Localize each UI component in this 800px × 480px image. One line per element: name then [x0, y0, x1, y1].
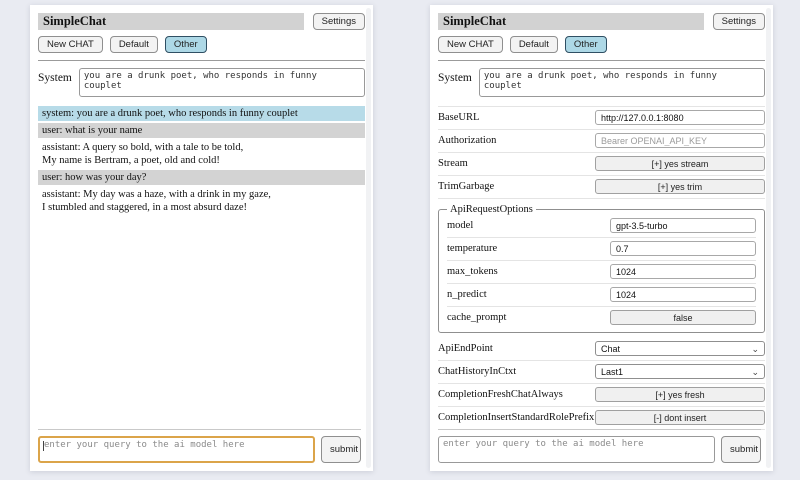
system-prompt-input[interactable]: you are a drunk poet, who responds in fu… [79, 68, 365, 97]
setting-row-baseurl: BaseURL [438, 107, 765, 130]
system-prompt-input[interactable]: you are a drunk poet, who responds in fu… [479, 68, 765, 97]
session-tab-other[interactable]: Other [165, 36, 207, 53]
setting-label: Authorization [438, 135, 496, 146]
setting-row-max-tokens: max_tokens [447, 261, 756, 284]
setting-row-trimgarbage: TrimGarbage [+] yes trim [438, 176, 765, 199]
system-label: System [38, 68, 72, 84]
chat-message-list: system: you are a drunk poet, who respon… [38, 106, 365, 215]
settings-button[interactable]: Settings [313, 13, 365, 30]
setting-label: cache_prompt [447, 312, 506, 323]
scrollbar[interactable] [766, 8, 771, 468]
divider [38, 60, 365, 61]
divider [438, 60, 765, 61]
chevron-down-icon: ⌄ [751, 369, 759, 375]
system-prompt-row: System you are a drunk poet, who respond… [38, 68, 365, 97]
cache-prompt-toggle-button[interactable]: false [610, 310, 756, 325]
app-title: SimpleChat [38, 13, 304, 30]
session-tab-default[interactable]: Default [510, 36, 558, 53]
app-title: SimpleChat [438, 13, 704, 30]
setting-label: Stream [438, 158, 468, 169]
model-input[interactable] [610, 218, 756, 233]
session-toolbar: New CHAT Default Other [38, 36, 365, 53]
setting-label: TrimGarbage [438, 181, 494, 192]
chat-message-assistant: assistant: A query so bold, with a tale … [38, 140, 365, 168]
setting-label: max_tokens [447, 266, 498, 277]
chevron-down-icon: ⌄ [751, 346, 759, 352]
temperature-input[interactable] [610, 241, 756, 256]
authorization-input[interactable] [595, 133, 765, 148]
text-caret [43, 441, 44, 451]
header: SimpleChat Settings [38, 13, 365, 30]
setting-row-model: model [447, 215, 756, 238]
query-input[interactable] [38, 436, 315, 463]
apiendpoint-select[interactable]: Chat ⌄ [595, 341, 765, 356]
query-input[interactable] [438, 436, 715, 463]
stream-toggle-button[interactable]: [+] yes stream [595, 156, 765, 171]
new-chat-button[interactable]: New CHAT [438, 36, 503, 53]
chat-message-assistant: assistant: My day was a haze, with a dri… [38, 187, 365, 215]
new-chat-button[interactable]: New CHAT [38, 36, 103, 53]
chat-message-system: system: you are a drunk poet, who respon… [38, 106, 365, 121]
system-prompt-row: System you are a drunk poet, who respond… [438, 68, 765, 97]
selected-value: Chat [601, 344, 620, 354]
setting-row-completioninsertstandardroleprefix: CompletionInsertStandardRolePrefix [-] d… [438, 407, 765, 430]
setting-row-authorization: Authorization [438, 130, 765, 153]
header: SimpleChat Settings [438, 13, 765, 30]
divider [38, 429, 361, 430]
setting-label: ApiEndPoint [438, 343, 493, 354]
setting-label: n_predict [447, 289, 487, 300]
setting-row-stream: Stream [+] yes stream [438, 153, 765, 176]
setting-row-completionfreshchatalways: CompletionFreshChatAlways [+] yes fresh [438, 384, 765, 407]
baseurl-input[interactable] [595, 110, 765, 125]
n-predict-input[interactable] [610, 287, 756, 302]
setting-row-temperature: temperature [447, 238, 756, 261]
settings-panel: SimpleChat Settings New CHAT Default Oth… [430, 5, 773, 471]
selected-value: Last1 [601, 367, 623, 377]
setting-label: CompletionInsertStandardRolePrefix [438, 412, 594, 423]
completion-fresh-toggle-button[interactable]: [+] yes fresh [595, 387, 765, 402]
submit-button[interactable]: submit [721, 436, 761, 463]
trimgarbage-toggle-button[interactable]: [+] yes trim [595, 179, 765, 194]
setting-row-n-predict: n_predict [447, 284, 756, 307]
scrollbar[interactable] [366, 8, 371, 468]
setting-label: ChatHistoryInCtxt [438, 366, 516, 377]
divider [438, 429, 761, 430]
chat-message-user: user: how was your day? [38, 170, 365, 185]
system-label: System [438, 68, 472, 84]
session-tab-other[interactable]: Other [565, 36, 607, 53]
setting-label: BaseURL [438, 112, 479, 123]
max-tokens-input[interactable] [610, 264, 756, 279]
completion-insert-toggle-button[interactable]: [-] dont insert [595, 410, 765, 425]
session-tab-default[interactable]: Default [110, 36, 158, 53]
chat-panel: SimpleChat Settings New CHAT Default Oth… [30, 5, 373, 471]
setting-row-chathistoryinctxt: ChatHistoryInCtxt Last1 ⌄ [438, 361, 765, 384]
query-footer: submit [438, 429, 761, 463]
submit-button[interactable]: submit [321, 436, 361, 463]
fieldset-legend: ApiRequestOptions [447, 204, 536, 215]
chat-message-user: user: what is your name [38, 123, 365, 138]
query-footer: submit [38, 429, 361, 463]
chathistoryinctxt-select[interactable]: Last1 ⌄ [595, 364, 765, 379]
setting-label: CompletionFreshChatAlways [438, 389, 563, 400]
setting-row-cache-prompt: cache_prompt false [447, 307, 756, 329]
settings-list: BaseURL Authorization Stream [+] yes str… [438, 106, 765, 430]
setting-label: model [447, 220, 473, 231]
setting-label: temperature [447, 243, 497, 254]
session-toolbar: New CHAT Default Other [438, 36, 765, 53]
api-request-options-fieldset: ApiRequestOptions model temperature max_… [438, 204, 765, 333]
setting-row-apiendpoint: ApiEndPoint Chat ⌄ [438, 338, 765, 361]
settings-button[interactable]: Settings [713, 13, 765, 30]
